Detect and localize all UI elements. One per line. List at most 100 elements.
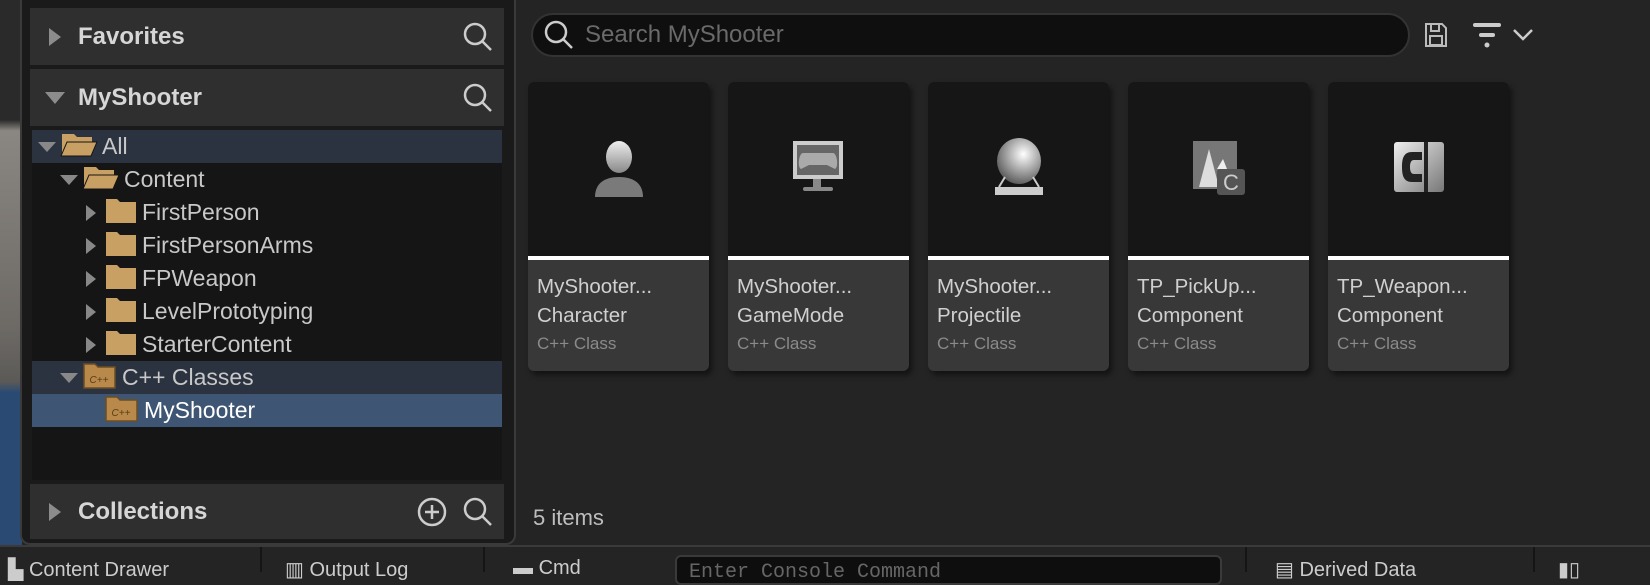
tree-item[interactable]: All [32, 130, 502, 163]
collections-header[interactable]: Collections [30, 484, 504, 539]
expand-right-icon[interactable] [38, 502, 72, 522]
favorites-header[interactable]: Favorites [30, 8, 504, 65]
derived-data-icon: ▤ [1275, 559, 1300, 581]
asset-name: MyShooter... Projectile [928, 260, 1109, 330]
actor-component-icon [1392, 140, 1446, 199]
sources-panel: Favorites MyShooter All Content FirstPerso… [20, 0, 516, 545]
asset-name-line1: MyShooter... [737, 275, 853, 298]
asset-thumbnail: C [1128, 82, 1309, 256]
tree-item[interactable]: Content [32, 163, 502, 196]
expand-right-icon[interactable] [80, 237, 102, 255]
asset-name-line2: Projectile [937, 304, 1022, 327]
cmd-button[interactable]: ▬ Cmd [513, 557, 581, 580]
folder-icon: C++ [104, 394, 140, 428]
folder-icon [82, 163, 120, 197]
viewport-edge [0, 0, 22, 545]
asset-tile[interactable]: MyShooter... Character C++ Class [528, 82, 709, 371]
tree-item-label: Content [124, 166, 205, 192]
search-icon[interactable] [458, 78, 498, 118]
asset-name-line2: Component [1337, 304, 1443, 327]
divider [1245, 547, 1247, 572]
divider [1533, 547, 1535, 572]
asset-tile[interactable]: MyShooter... Projectile C++ Class [928, 82, 1109, 371]
search-icon [543, 19, 575, 51]
console-input[interactable]: Enter Console Command [675, 555, 1222, 585]
expand-right-icon[interactable] [80, 336, 102, 354]
scene-component-icon: C [1191, 139, 1247, 200]
asset-name: TP_Weapon... Component [1328, 260, 1509, 330]
tree-item-label: FirstPersonArms [142, 232, 314, 258]
folder-icon [104, 229, 138, 263]
asset-name-line1: MyShooter... [537, 275, 653, 298]
asset-name-line1: MyShooter... [937, 275, 1053, 298]
asset-type: C++ Class [1137, 334, 1217, 353]
asset-tile[interactable]: MyShooter... GameMode C++ Class [728, 82, 909, 371]
tree-item[interactable]: FirstPerson [32, 196, 502, 229]
asset-thumbnail [528, 82, 709, 256]
cmd-label: Cmd [538, 557, 581, 579]
expand-right-icon[interactable] [38, 27, 72, 47]
tree-item-label: StarterContent [142, 331, 292, 357]
filter-icon[interactable] [1472, 22, 1502, 53]
folder-icon: C++ [82, 361, 118, 395]
projectile-sphere-icon [991, 137, 1047, 202]
collapse-down-icon[interactable] [38, 91, 72, 105]
tree-item-label: All [102, 133, 128, 159]
content-drawer-label: Content Drawer [28, 559, 169, 581]
tree-item-label: LevelPrototyping [142, 298, 314, 324]
collapse-down-icon[interactable] [58, 174, 80, 186]
collapse-down-icon[interactable] [36, 141, 58, 153]
tree-item[interactable]: LevelPrototyping [32, 295, 502, 328]
search-input[interactable] [585, 21, 1365, 49]
chevron-down-icon[interactable] [1512, 28, 1534, 47]
asset-name: MyShooter... GameMode [728, 260, 909, 330]
search-icon[interactable] [458, 17, 498, 57]
folder-tree: All Content FirstPerson FirstPersonArms FPWe… [32, 130, 502, 480]
asset-thumbnail [1328, 82, 1509, 256]
asset-thumbnail [728, 82, 909, 256]
expand-right-icon[interactable] [80, 270, 102, 288]
tree-item[interactable]: C++ C++ Classes [32, 361, 502, 394]
folder-icon [60, 130, 98, 164]
character-icon [591, 137, 647, 202]
asset-tile[interactable]: TP_Weapon... Component C++ Class [1328, 82, 1509, 371]
tree-item-label: C++ Classes [122, 364, 254, 390]
tree-item[interactable]: StarterContent [32, 328, 502, 361]
svg-text:C++: C++ [90, 375, 109, 386]
tree-item-label: MyShooter [144, 397, 256, 423]
asset-name-line2: Character [537, 304, 628, 327]
expand-right-icon[interactable] [80, 303, 102, 321]
tree-item[interactable]: C++ MyShooter [32, 394, 502, 427]
divider [260, 547, 262, 572]
tree-item[interactable]: FirstPersonArms [32, 229, 502, 262]
tree-item[interactable]: FPWeapon [32, 262, 502, 295]
save-search-icon[interactable] [1424, 22, 1448, 53]
asset-tile[interactable]: C TP_PickUp... Component C++ Class [1128, 82, 1309, 371]
folder-icon [104, 328, 138, 362]
console-placeholder: Enter Console Command [689, 561, 942, 584]
search-bar[interactable] [531, 13, 1410, 57]
asset-name-line2: GameMode [737, 304, 845, 327]
derived-data-label: Derived Data [1299, 559, 1417, 581]
asset-name: MyShooter... Character [528, 260, 709, 330]
item-count: 5 items [533, 505, 604, 530]
output-log-icon: ▥ [285, 559, 310, 581]
asset-type: C++ Class [537, 334, 617, 353]
drawer-icon: ▙ [8, 559, 29, 581]
asset-thumbnail [928, 82, 1109, 256]
divider [483, 547, 485, 572]
asset-name: TP_PickUp... Component [1128, 260, 1309, 330]
add-collection-icon[interactable] [412, 492, 452, 532]
folder-icon [104, 262, 138, 296]
favorites-label: Favorites [78, 22, 185, 50]
expand-right-icon[interactable] [80, 204, 102, 222]
status-bar: ▙ Content Drawer ▥ Output Log ▬ Cmd Ente… [0, 545, 1650, 585]
output-log-label: Output Log [309, 559, 409, 581]
project-header[interactable]: MyShooter [30, 69, 504, 126]
asset-type: C++ Class [737, 334, 817, 353]
cmd-icon: ▬ [513, 557, 539, 579]
collapse-down-icon[interactable] [58, 372, 80, 384]
search-icon[interactable] [458, 492, 498, 532]
asset-name-line2: Component [1137, 304, 1243, 327]
folder-icon [104, 196, 138, 230]
